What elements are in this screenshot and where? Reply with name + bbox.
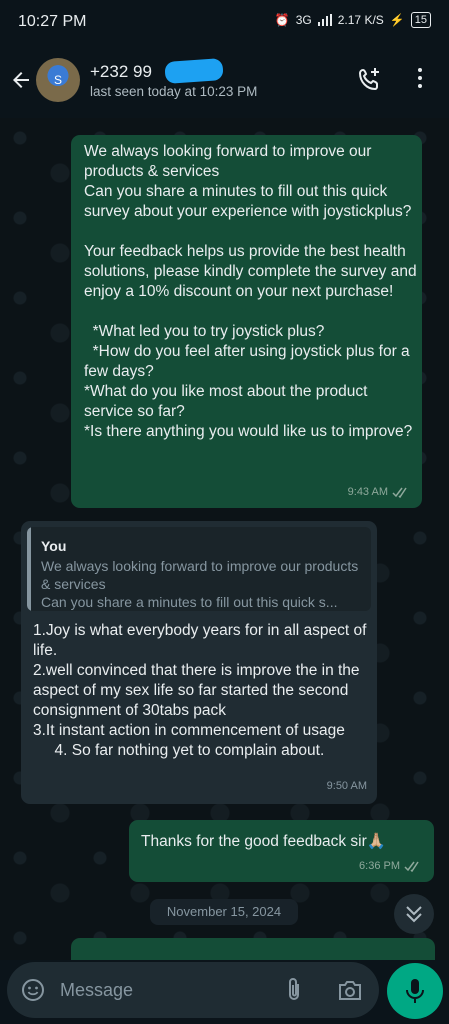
camera-icon[interactable] bbox=[337, 978, 363, 1002]
message-text: 1.Joy is what everybody years for in all… bbox=[33, 622, 367, 759]
signal-icon bbox=[317, 14, 332, 26]
charging-icon: ⚡ bbox=[389, 13, 405, 27]
message-time: 9:50 AM bbox=[326, 780, 367, 792]
double-chevron-down-icon bbox=[406, 906, 422, 923]
contact-name[interactable]: +232 99 bbox=[90, 62, 152, 82]
message-input[interactable]: Message bbox=[7, 962, 379, 1018]
add-call-icon[interactable] bbox=[357, 66, 383, 92]
last-seen-status: last seen today at 10:23 PM bbox=[90, 84, 258, 99]
message-text: Thanks for the good feedback sir🙏🏼 bbox=[141, 833, 387, 850]
back-arrow-icon[interactable] bbox=[9, 68, 33, 92]
quote-text: We always looking forward to improve our… bbox=[41, 558, 359, 610]
emoji-icon[interactable] bbox=[21, 978, 45, 1002]
status-icons: ⏰ 3G 2.17 K/S ⚡ 15 bbox=[275, 12, 431, 28]
alarm-icon: ⏰ bbox=[274, 13, 290, 27]
quoted-message[interactable]: You We always looking forward to improve… bbox=[27, 527, 371, 611]
message-bubble[interactable]: You We always looking forward to improve… bbox=[21, 521, 377, 804]
quote-bar bbox=[27, 527, 31, 611]
chat-area[interactable]: We always looking forward to improve our… bbox=[0, 118, 449, 968]
message-placeholder: Message bbox=[60, 980, 134, 1000]
voice-record-button[interactable] bbox=[387, 963, 443, 1019]
date-separator: November 15, 2024 bbox=[150, 899, 298, 925]
battery-icon: 15 bbox=[410, 12, 431, 28]
more-options-icon[interactable] bbox=[417, 68, 423, 92]
scroll-to-bottom-button[interactable] bbox=[394, 894, 434, 934]
redaction-mark bbox=[164, 58, 224, 84]
microphone-icon bbox=[406, 979, 424, 1003]
message-text: We always looking forward to improve our… bbox=[84, 143, 417, 440]
message-composer: Message bbox=[0, 960, 449, 1024]
message-bubble[interactable]: We always looking forward to improve our… bbox=[71, 135, 422, 508]
message-meta: 9:50 AM bbox=[327, 776, 367, 796]
message-meta: 6:36 PM bbox=[359, 856, 422, 876]
attach-icon[interactable] bbox=[283, 977, 305, 1003]
avatar[interactable]: S bbox=[36, 58, 80, 102]
message-time: 6:36 PM bbox=[359, 860, 400, 872]
network-speed: 2.17 K/S bbox=[337, 13, 384, 27]
read-ticks-icon bbox=[392, 487, 407, 498]
message-time: 9:43 AM bbox=[347, 486, 388, 498]
status-bar: 10:27 PM ⏰ 3G 2.17 K/S ⚡ 15 bbox=[0, 0, 449, 44]
status-time: 10:27 PM bbox=[18, 13, 87, 30]
read-ticks-icon bbox=[404, 861, 419, 872]
message-bubble[interactable]: Thanks for the good feedback sir🙏🏼 6:36 … bbox=[129, 820, 434, 882]
quote-author: You bbox=[41, 538, 67, 554]
message-meta: 9:43 AM bbox=[348, 482, 410, 502]
chat-header: S +232 99 last seen today at 10:23 PM bbox=[0, 44, 449, 118]
network-label: 3G bbox=[295, 13, 312, 27]
